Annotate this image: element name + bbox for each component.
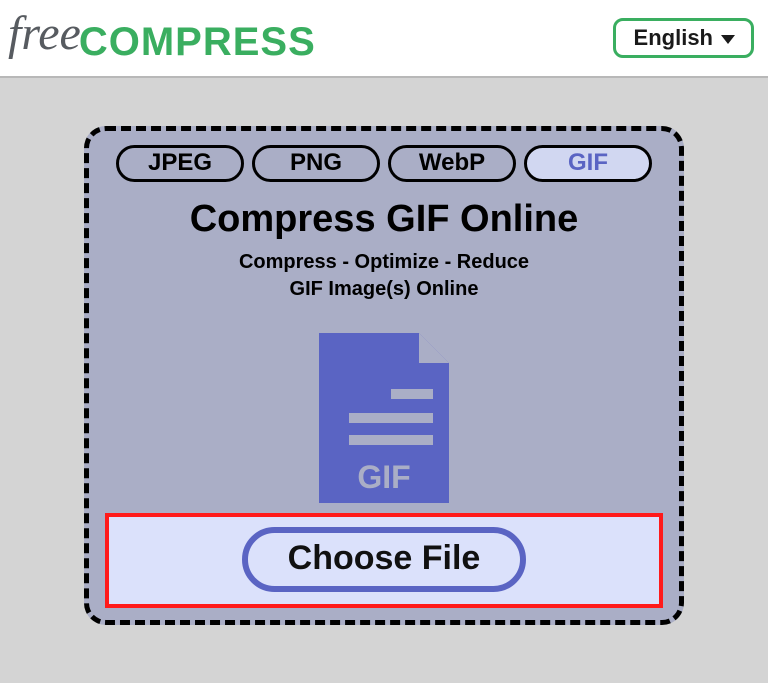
header-bar: free COMPRESS English xyxy=(0,0,768,78)
tab-webp[interactable]: WebP xyxy=(388,145,516,182)
dropzone-panel[interactable]: JPEG PNG WebP GIF Compress GIF Online Co… xyxy=(84,126,684,625)
page-title: Compress GIF Online xyxy=(190,198,579,241)
subtitle-line2: GIF Image(s) Online xyxy=(290,278,479,300)
logo[interactable]: free COMPRESS xyxy=(8,14,316,62)
tab-jpeg[interactable]: JPEG xyxy=(116,145,244,182)
caret-down-icon xyxy=(721,35,735,44)
language-label: English xyxy=(634,25,713,51)
logo-text-compress: COMPRESS xyxy=(79,22,316,62)
choose-file-highlight: Choose File xyxy=(105,513,663,608)
format-tabs: JPEG PNG WebP GIF xyxy=(105,145,663,182)
page-subtitle: Compress - Optimize - Reduce GIF Image(s… xyxy=(239,249,529,303)
subtitle-line1: Compress - Optimize - Reduce xyxy=(239,251,529,273)
workspace: JPEG PNG WebP GIF Compress GIF Online Co… xyxy=(0,78,768,625)
choose-file-button[interactable]: Choose File xyxy=(242,527,527,592)
file-icon-badge: GIF xyxy=(357,459,410,495)
logo-text-free: free xyxy=(8,10,81,58)
tab-gif[interactable]: GIF xyxy=(524,145,652,182)
language-selector[interactable]: English xyxy=(613,18,754,58)
tab-png[interactable]: PNG xyxy=(252,145,380,182)
file-gif-icon: GIF xyxy=(319,333,449,503)
